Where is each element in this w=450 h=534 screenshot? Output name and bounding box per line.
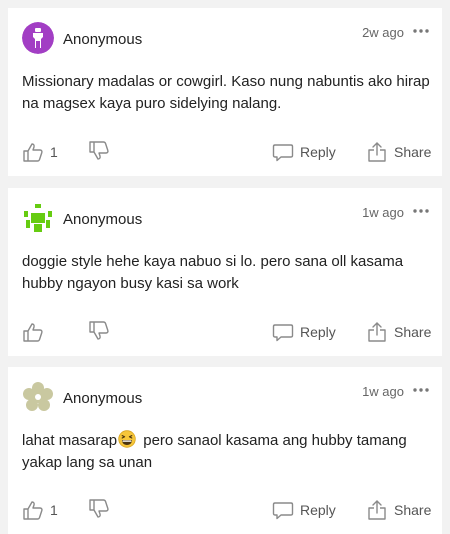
thumbs-up-icon [23,143,43,162]
reply-label: Reply [300,502,336,518]
like-button[interactable]: 1 [22,498,58,522]
comment-text: lahat masarap pero sanaol kasama ang hub… [22,430,432,474]
more-options-icon[interactable] [412,24,430,38]
share-label: Share [394,324,432,340]
speech-bubble-icon [272,324,294,342]
reply-button[interactable]: Reply [272,320,336,344]
share-icon [368,322,386,342]
comment-actions: Reply Share [8,320,442,344]
timestamp: 1w ago [362,205,404,220]
olive-flower-avatar-icon [22,381,54,413]
speech-bubble-icon [272,502,294,520]
comment-text: Missionary madalas or cowgirl. Kaso nung… [22,73,430,112]
share-label: Share [394,144,432,160]
speech-bubble-icon [272,144,294,162]
more-options-icon[interactable] [412,383,430,397]
comment-feed: Anonymous 2w ago Missionary madalas or c… [0,0,450,534]
share-icon [368,500,386,520]
share-button[interactable]: Share [366,498,431,522]
thumbs-down-icon [89,321,109,340]
comment-text: doggie style hehe kaya nabuo si lo. pero… [22,253,404,292]
dislike-button[interactable] [88,140,110,164]
thumbs-down-icon [89,499,109,518]
comment-card: Anonymous 1w ago doggie style hehe kaya … [8,188,442,356]
author-name[interactable]: Anonymous [63,390,142,407]
dislike-button[interactable] [88,498,110,522]
green-invader-avatar-icon [22,202,54,234]
share-icon [368,142,386,162]
comment-text-part: lahat masarap [22,432,118,449]
like-count: 1 [50,144,58,160]
purple-vase-avatar-icon [22,22,54,54]
dislike-button[interactable] [88,320,110,344]
reply-label: Reply [300,324,336,340]
comment-actions: 1 Reply Share [8,140,442,164]
reply-button[interactable]: Reply [272,140,336,164]
like-button[interactable]: 1 [22,140,58,164]
avatar[interactable] [22,381,54,413]
author-name[interactable]: Anonymous [63,211,142,228]
thumbs-up-icon [23,323,43,342]
share-button[interactable]: Share [366,320,431,344]
grinning-squinting-face-emoji-icon [118,430,136,448]
reply-button[interactable]: Reply [272,498,336,522]
comment-card: Anonymous 1w ago lahat masarap pero sana… [8,367,442,534]
share-button[interactable]: Share [366,140,431,164]
reply-label: Reply [300,144,336,160]
avatar[interactable] [22,22,54,54]
comment-card: Anonymous 2w ago Missionary madalas or c… [8,8,442,176]
comment-actions: 1 Reply Share [8,498,442,522]
avatar[interactable] [22,202,54,234]
thumbs-up-icon [23,501,43,520]
like-button[interactable] [22,320,50,344]
like-count: 1 [50,502,58,518]
author-name[interactable]: Anonymous [63,31,142,48]
timestamp: 2w ago [362,25,404,40]
more-options-icon[interactable] [412,204,430,218]
thumbs-down-icon [89,141,109,160]
share-label: Share [394,502,432,518]
timestamp: 1w ago [362,384,404,399]
